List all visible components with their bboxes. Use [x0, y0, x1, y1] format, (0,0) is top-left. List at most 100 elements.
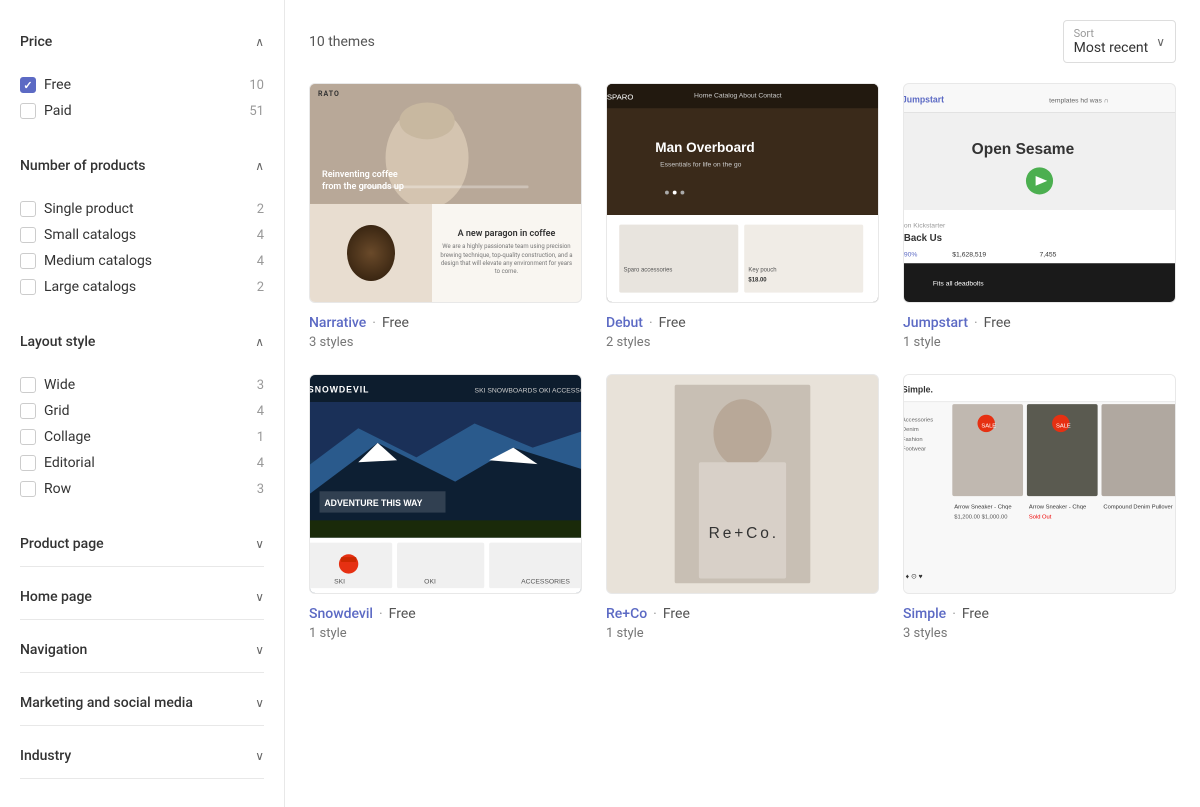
filter-section-price-content: Free 10 Paid 51 [20, 64, 264, 136]
svg-text:Open Sesame: Open Sesame [972, 141, 1075, 158]
svg-text:Jumpstart: Jumpstart [904, 94, 944, 104]
filter-label-paid: Paid [44, 103, 72, 119]
theme-name-narrative[interactable]: Narrative [309, 315, 366, 331]
filter-section-price: Price Free 10 Paid 51 [20, 20, 264, 136]
svg-text:ADVENTURE THIS WAY: ADVENTURE THIS WAY [324, 498, 422, 508]
filter-checkbox-free[interactable] [20, 77, 36, 93]
theme-card-narrative[interactable]: Reinventing coffeefrom the grounds up RA… [309, 83, 582, 350]
filter-checkbox-wide[interactable] [20, 377, 36, 393]
sort-label: Sort [1074, 27, 1149, 40]
filter-section-marketing-header[interactable]: Marketing and social media [20, 681, 264, 726]
filter-section-num-products-content: Single product 2 Small catalogs 4 Medium… [20, 188, 264, 312]
theme-name-snowdevil[interactable]: Snowdevil [309, 606, 373, 622]
theme-card-snowdevil[interactable]: SNOWDEVIL SKI SNOWBOARDS OKI ACCESSORIES [309, 374, 582, 641]
svg-text:Key pouch: Key pouch [748, 267, 776, 273]
filter-item-free: Free 10 [20, 72, 264, 98]
filter-section-home-page-header[interactable]: Home page [20, 575, 264, 620]
filter-checkbox-collage[interactable] [20, 429, 36, 445]
filter-count-grid: 4 [257, 404, 264, 419]
theme-preview-jumpstart: Jumpstart templates hd was ∩ Open Sesame… [903, 83, 1176, 303]
theme-info-narrative: Narrative · Free 3 styles [309, 315, 582, 350]
svg-text:Arrow Sneaker - Chqe: Arrow Sneaker - Chqe [954, 505, 1011, 511]
svg-text:Man Overboard: Man Overboard [655, 140, 754, 155]
theme-styles-reco: 1 style [606, 626, 879, 641]
filter-section-num-products-title: Number of products [20, 158, 146, 174]
filter-checkbox-paid[interactable] [20, 103, 36, 119]
filter-count-paid: 51 [249, 104, 264, 119]
svg-text:Denim: Denim [904, 427, 919, 433]
svg-text:SKI SNOWBOARDS OKI ACCESSOR: SKI SNOWBOARDS OKI ACCESSORIES [475, 387, 581, 394]
filter-section-layout-header[interactable]: Layout style [20, 320, 264, 364]
svg-text:SPARO: SPARO [607, 93, 633, 102]
theme-styles-debut: 2 styles [606, 335, 879, 350]
filter-checkbox-row[interactable] [20, 481, 36, 497]
svg-text:Arrow Sneaker - Chqe: Arrow Sneaker - Chqe [1029, 505, 1086, 511]
svg-text:ACCESSORIES: ACCESSORIES [521, 578, 570, 585]
filter-count-small: 4 [257, 228, 264, 243]
theme-card-debut[interactable]: SPARO Home Catalog About Contact Man Ove… [606, 83, 879, 350]
filter-section-product-page-title: Product page [20, 536, 104, 552]
svg-text:Sparo accessories: Sparo accessories [624, 267, 673, 273]
theme-preview-narrative: Reinventing coffeefrom the grounds up RA… [309, 83, 582, 303]
filter-checkbox-large[interactable] [20, 279, 36, 295]
theme-name-jumpstart[interactable]: Jumpstart [903, 315, 968, 331]
filter-count-editorial: 4 [257, 456, 264, 471]
filter-section-industry-header[interactable]: Industry [20, 734, 264, 779]
theme-name-simple[interactable]: Simple [903, 606, 946, 622]
filter-count-large: 2 [257, 280, 264, 295]
theme-preview-snowdevil: SNOWDEVIL SKI SNOWBOARDS OKI ACCESSORIES [309, 374, 582, 594]
svg-text:SKI: SKI [334, 578, 345, 585]
svg-text:Fits all deadbolts: Fits all deadbolts [933, 281, 984, 288]
svg-text:Compound Denim Pullover: Compound Denim Pullover [1103, 505, 1172, 511]
theme-price-simple: Free [962, 606, 989, 622]
svg-text:$18.00: $18.00 [748, 277, 767, 283]
theme-card-jumpstart[interactable]: Jumpstart templates hd was ∩ Open Sesame… [903, 83, 1176, 350]
theme-price-reco: Free [663, 606, 690, 622]
filter-item-medium: Medium catalogs 4 [20, 248, 264, 274]
theme-preview-debut: SPARO Home Catalog About Contact Man Ove… [606, 83, 879, 303]
filter-section-industry: Industry [20, 734, 264, 779]
filter-item-collage: Collage 1 [20, 424, 264, 450]
filter-section-marketing: Marketing and social media [20, 681, 264, 726]
filter-section-home-page: Home page [20, 575, 264, 620]
theme-card-reco[interactable]: Re+Co. Re+Co · Free 1 style [606, 374, 879, 641]
filter-checkbox-medium[interactable] [20, 253, 36, 269]
filter-section-price-title: Price [20, 34, 52, 50]
filter-checkbox-small[interactable] [20, 227, 36, 243]
theme-preview-simple: Simple. Accessories Denim Fashion Footwe… [903, 374, 1176, 594]
filter-checkbox-editorial[interactable] [20, 455, 36, 471]
theme-name-reco[interactable]: Re+Co [606, 606, 647, 622]
theme-styles-jumpstart: 1 style [903, 335, 1176, 350]
filter-label-large: Large catalogs [44, 279, 136, 295]
svg-text:Back Us: Back Us [904, 233, 942, 244]
svg-text:templates hd was ∩: templates hd was ∩ [1049, 97, 1108, 104]
filter-checkbox-single[interactable] [20, 201, 36, 217]
filter-section-product-page-header[interactable]: Product page [20, 522, 264, 567]
sort-dropdown[interactable]: Sort Most recent ∨ [1063, 20, 1176, 63]
num-products-chevron-icon [255, 159, 264, 173]
theme-styles-snowdevil: 1 style [309, 626, 582, 641]
filter-section-num-products-header[interactable]: Number of products [20, 144, 264, 188]
theme-info-simple: Simple · Free 3 styles [903, 606, 1176, 641]
filter-section-home-page-title: Home page [20, 589, 92, 605]
product-page-chevron-icon [255, 537, 264, 551]
sort-chevron-icon: ∨ [1156, 35, 1165, 49]
filter-section-layout-title: Layout style [20, 334, 95, 350]
svg-text:$1,628,519: $1,628,519 [952, 251, 986, 258]
svg-text:90%: 90% [904, 251, 917, 258]
svg-text:f ♦ ⊙ ♥: f ♦ ⊙ ♥ [904, 573, 923, 580]
theme-info-snowdevil: Snowdevil · Free 1 style [309, 606, 582, 641]
filter-section-price-header[interactable]: Price [20, 20, 264, 64]
theme-name-debut[interactable]: Debut [606, 315, 643, 331]
filter-section-navigation-header[interactable]: Navigation [20, 628, 264, 673]
main-content: 10 themes Sort Most recent ∨ [285, 0, 1200, 807]
filter-section-navigation-title: Navigation [20, 642, 87, 658]
theme-styles-simple: 3 styles [903, 626, 1176, 641]
filter-label-single: Single product [44, 201, 134, 217]
home-page-chevron-icon [255, 590, 264, 604]
svg-text:Fashion: Fashion [904, 437, 923, 443]
theme-card-simple[interactable]: Simple. Accessories Denim Fashion Footwe… [903, 374, 1176, 641]
sidebar: Price Free 10 Paid 51 [0, 0, 285, 807]
filter-label-grid: Grid [44, 403, 70, 419]
filter-checkbox-grid[interactable] [20, 403, 36, 419]
